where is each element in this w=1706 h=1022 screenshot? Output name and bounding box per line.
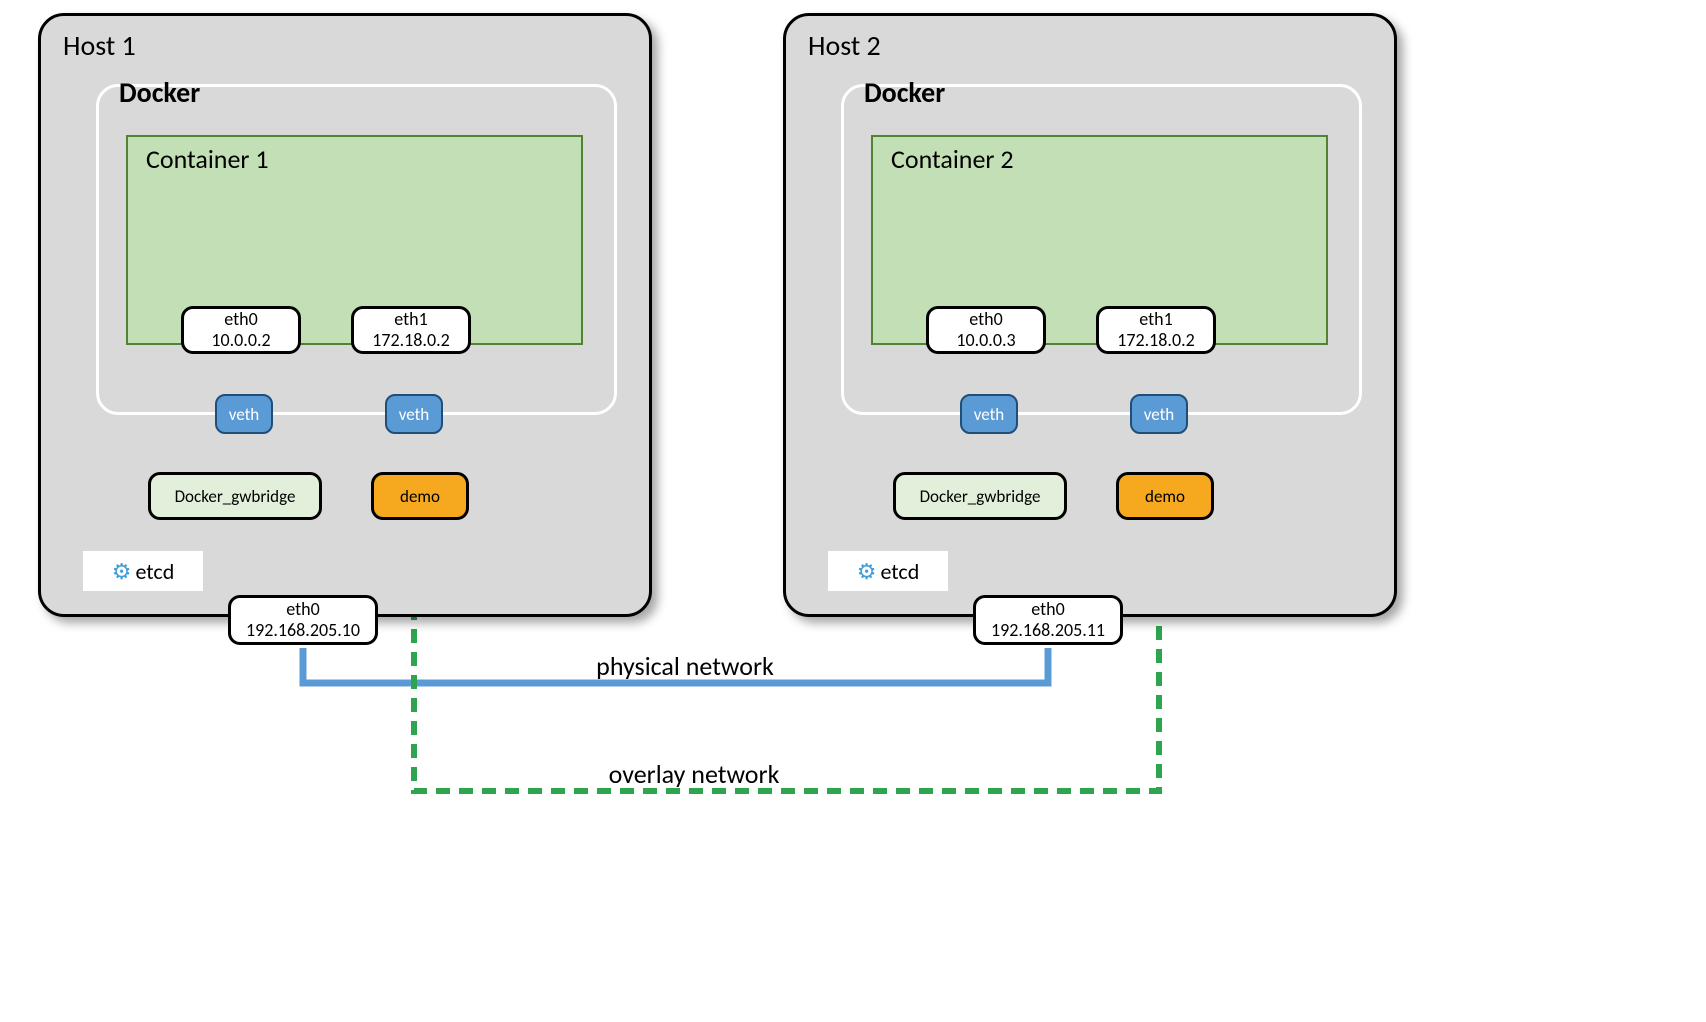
host-1-docker-title: Docker xyxy=(119,75,200,110)
host-2-veth-left: veth xyxy=(960,394,1018,434)
host-1-container-title: Container 1 xyxy=(146,143,269,175)
host-1-etcd: ⚙ etcd xyxy=(83,551,203,591)
host-2-container-title: Container 2 xyxy=(891,143,1014,175)
host-1-etcd-label: etcd xyxy=(135,558,174,585)
host-1-eth1-ip: 172.18.0.2 xyxy=(372,330,450,351)
etcd-gear-icon: ⚙ xyxy=(857,558,877,585)
host-1: Host 1 Docker Container 1 eth0 10.0.0.2 … xyxy=(38,13,652,617)
host-2-container-eth0: eth0 10.0.0.3 xyxy=(926,306,1046,354)
host-1-title: Host 1 xyxy=(63,28,136,63)
host-2-host-eth0-ip: 192.168.205.11 xyxy=(991,620,1105,641)
host-2-eth1-ip: 172.18.0.2 xyxy=(1117,330,1195,351)
host-2-docker-title: Docker xyxy=(864,75,945,110)
host-2-eth0-ip: 10.0.0.3 xyxy=(956,330,1015,351)
host-1-container-eth1: eth1 172.18.0.2 xyxy=(351,306,471,354)
host-1-eth0-ip: 10.0.0.2 xyxy=(211,330,270,351)
host-2: Host 2 Docker Container 2 eth0 10.0.0.3 … xyxy=(783,13,1397,617)
host-1-demo: demo xyxy=(371,472,469,520)
host-2-title: Host 2 xyxy=(808,28,881,63)
overlay-network-label: overlay network xyxy=(584,758,804,790)
host-2-demo: demo xyxy=(1116,472,1214,520)
host-1-host-eth0-name: eth0 xyxy=(286,599,319,620)
host-2-eth0-name: eth0 xyxy=(969,309,1002,330)
host-2-etcd-label: etcd xyxy=(880,558,919,585)
physical-network-label: physical network xyxy=(575,650,795,682)
diagram-canvas: Host 1 Docker Container 1 eth0 10.0.0.2 … xyxy=(0,0,1706,1022)
host-1-gwbridge: Docker_gwbridge xyxy=(148,472,322,520)
host-1-host-eth0-ip: 192.168.205.10 xyxy=(246,620,360,641)
host-1-eth1-name: eth1 xyxy=(394,309,427,330)
host-1-container-eth0: eth0 10.0.0.2 xyxy=(181,306,301,354)
host-1-veth-right: veth xyxy=(385,394,443,434)
host-1-veth-left: veth xyxy=(215,394,273,434)
host-2-host-eth0-name: eth0 xyxy=(1031,599,1064,620)
host-1-eth0-name: eth0 xyxy=(224,309,257,330)
host-1-host-eth0: eth0 192.168.205.10 xyxy=(228,595,378,645)
host-2-host-eth0: eth0 192.168.205.11 xyxy=(973,595,1123,645)
host-2-etcd: ⚙ etcd xyxy=(828,551,948,591)
host-2-eth1-name: eth1 xyxy=(1139,309,1172,330)
host-2-gwbridge: Docker_gwbridge xyxy=(893,472,1067,520)
host-2-veth-right: veth xyxy=(1130,394,1188,434)
host-2-container-eth1: eth1 172.18.0.2 xyxy=(1096,306,1216,354)
etcd-gear-icon: ⚙ xyxy=(112,558,132,585)
